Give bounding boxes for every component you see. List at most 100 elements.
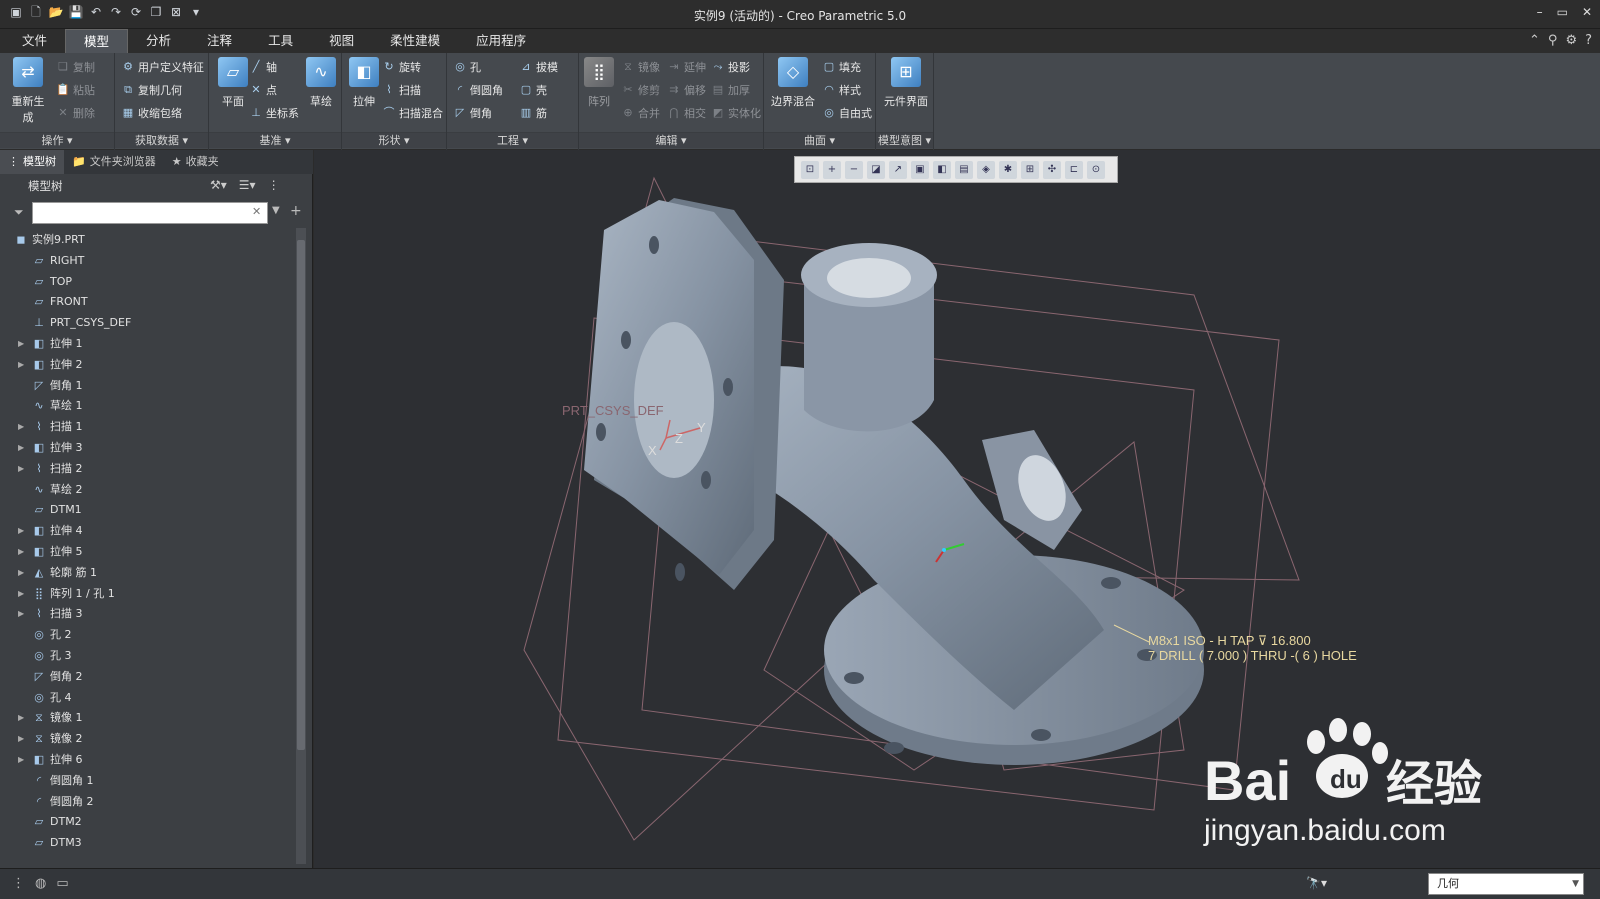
tree-item[interactable]: ▶ ◧ 拉伸 3 bbox=[8, 438, 293, 459]
tree-item[interactable]: ▶ ⌇ 扫描 3 bbox=[8, 604, 293, 625]
tree-item[interactable]: ▶ ⌇ 扫描 1 bbox=[8, 417, 293, 438]
tree-settings-icon[interactable]: ⚒▾ bbox=[210, 178, 227, 192]
tab-3[interactable]: 注释 bbox=[189, 29, 250, 53]
saved-views-icon[interactable]: ▣ bbox=[911, 161, 929, 179]
fill-button[interactable]: ▢ 填充 bbox=[822, 59, 861, 75]
group-label-edit[interactable]: 编辑 ▾ bbox=[579, 132, 763, 148]
expand-arrow-icon[interactable]: ▶ bbox=[18, 355, 24, 376]
expand-arrow-icon[interactable]: ▶ bbox=[18, 542, 24, 563]
tab-model-tree[interactable]: ⋮ 模型树 bbox=[0, 150, 64, 174]
sweep-button[interactable]: ⌇ 扫描 bbox=[382, 82, 421, 98]
tab-4[interactable]: 工具 bbox=[250, 29, 311, 53]
search-icon[interactable]: ⚲ bbox=[1548, 33, 1558, 48]
search-dropdown-icon[interactable]: ▼ bbox=[272, 205, 280, 216]
tab-folder-browser[interactable]: 📁 文件夹浏览器 bbox=[64, 150, 164, 174]
expand-arrow-icon[interactable]: ▶ bbox=[18, 417, 24, 438]
tree-item[interactable]: ▶ ⧖ 镜像 2 bbox=[8, 729, 293, 750]
merge-button[interactable]: ⊕ 合并 bbox=[621, 105, 660, 121]
chamfer-button[interactable]: ◸ 倒角 bbox=[453, 105, 492, 121]
tree-item[interactable]: ◜ 倒圆角 1 bbox=[8, 771, 293, 792]
tree-item[interactable]: ▱ DTM2 bbox=[8, 812, 293, 833]
help-icon[interactable]: ? bbox=[1585, 33, 1592, 48]
zoom-out-icon[interactable]: − bbox=[845, 161, 863, 179]
tree-item[interactable]: ⊥ PRT_CSYS_DEF bbox=[8, 313, 293, 334]
plane-button[interactable]: ▱ 平面 bbox=[213, 57, 253, 109]
perspective-icon[interactable]: ◈ bbox=[977, 161, 995, 179]
axis-button[interactable]: ╱ 轴 bbox=[249, 59, 277, 75]
freestyle-button[interactable]: ◎ 自由式 bbox=[822, 105, 872, 121]
tab-2[interactable]: 分析 bbox=[128, 29, 189, 53]
tree-item[interactable]: ▶ ⌇ 扫描 2 bbox=[8, 459, 293, 480]
tree-item[interactable]: ◸ 倒角 1 bbox=[8, 376, 293, 397]
expand-arrow-icon[interactable]: ▶ bbox=[18, 438, 24, 459]
regenerate-button[interactable]: ⇄ 重新生成 bbox=[8, 57, 48, 125]
pattern-button[interactable]: ⣿ 阵列 bbox=[579, 57, 619, 109]
shell-button[interactable]: ▢ 壳 bbox=[519, 82, 547, 98]
animate-icon[interactable]: ⊙ bbox=[1087, 161, 1105, 179]
solidify-button[interactable]: ◩ 实体化 bbox=[711, 105, 761, 121]
annotation-display-icon[interactable]: ⊞ bbox=[1021, 161, 1039, 179]
group-label-model-intent[interactable]: 模型意图 ▾ bbox=[876, 132, 933, 148]
mirror-button[interactable]: ⧖ 镜像 bbox=[621, 59, 660, 75]
offset-button[interactable]: ⇉ 偏移 bbox=[667, 82, 706, 98]
scroll-thumb[interactable] bbox=[297, 240, 305, 750]
maximize-icon[interactable]: ▭ bbox=[1557, 5, 1568, 19]
settings-icon[interactable]: ⚙ bbox=[1565, 33, 1577, 48]
delete-button[interactable]: ✕ 删除 bbox=[56, 105, 95, 121]
draft-button[interactable]: ⊿ 拔模 bbox=[519, 59, 558, 75]
extend-button[interactable]: ⇥ 延伸 bbox=[667, 59, 706, 75]
tree-item[interactable]: ▶ ◧ 拉伸 6 bbox=[8, 750, 293, 771]
shrinkwrap-button[interactable]: ▦ 收缩包络 bbox=[121, 105, 182, 121]
spin-center-icon[interactable]: ✣ bbox=[1043, 161, 1061, 179]
collapse-ribbon-icon[interactable]: ⌃ bbox=[1529, 33, 1540, 48]
tab-5[interactable]: 视图 bbox=[311, 29, 372, 53]
tree-item[interactable]: ▱ DTM3 bbox=[8, 833, 293, 854]
project-button[interactable]: ⤳ 投影 bbox=[711, 59, 750, 75]
group-label-engineering[interactable]: 工程 ▾ bbox=[447, 132, 578, 148]
expand-arrow-icon[interactable]: ▶ bbox=[18, 563, 24, 584]
clear-search-icon[interactable]: ✕ bbox=[252, 205, 261, 218]
refit-icon[interactable]: ⊡ bbox=[801, 161, 819, 179]
pause-icon[interactable]: ⊏ bbox=[1065, 161, 1083, 179]
extrude-button[interactable]: ◧ 拉伸 bbox=[344, 57, 384, 109]
intersect-button[interactable]: ⋂ 相交 bbox=[667, 105, 706, 121]
expand-arrow-icon[interactable]: ▶ bbox=[18, 459, 24, 480]
tree-item[interactable]: ▱ DTM1 bbox=[8, 500, 293, 521]
group-label-operation[interactable]: 操作 ▾ bbox=[0, 132, 114, 148]
tree-item[interactable]: ◎ 孔 3 bbox=[8, 646, 293, 667]
tree-item[interactable]: ▱ RIGHT bbox=[8, 251, 293, 272]
group-label-surface[interactable]: 曲面 ▾ bbox=[764, 132, 875, 148]
navigator-toggle-icon[interactable]: ⋮ bbox=[12, 876, 25, 891]
tree-item[interactable]: ▶ ◧ 拉伸 5 bbox=[8, 542, 293, 563]
tree-item[interactable]: ◸ 倒角 2 bbox=[8, 667, 293, 688]
boundary-blend-button[interactable]: ◇ 边界混合 bbox=[768, 57, 818, 109]
find-icon[interactable]: 🔭▾ bbox=[1306, 876, 1327, 890]
zoom-in-icon[interactable]: + bbox=[823, 161, 841, 179]
tree-columns-icon[interactable]: ☰▾ bbox=[239, 178, 256, 192]
tree-filter-icon[interactable]: ⋮ bbox=[268, 178, 280, 192]
reorient-icon[interactable]: ↗ bbox=[889, 161, 907, 179]
round-button[interactable]: ◜ 倒圆角 bbox=[453, 82, 503, 98]
style-button[interactable]: ◠ 样式 bbox=[822, 82, 861, 98]
trim-button[interactable]: ✂ 修剪 bbox=[621, 82, 660, 98]
sketch-button[interactable]: ∿ 草绘 bbox=[301, 57, 341, 109]
tab-favorites[interactable]: ★ 收藏夹 bbox=[164, 150, 227, 174]
tree-item[interactable]: ◎ 孔 4 bbox=[8, 688, 293, 709]
add-icon[interactable]: + bbox=[290, 203, 302, 219]
tree-item[interactable]: ▶ ⣿ 阵列 1 / 孔 1 bbox=[8, 584, 293, 605]
selection-filter-select[interactable]: 几何 ▼ bbox=[1428, 873, 1584, 895]
tree-item[interactable]: ◎ 孔 2 bbox=[8, 625, 293, 646]
copy-geometry-button[interactable]: ⧉ 复制几何 bbox=[121, 82, 182, 98]
tab-7[interactable]: 应用程序 bbox=[458, 29, 544, 53]
display-style-icon[interactable]: ◧ bbox=[933, 161, 951, 179]
expand-arrow-icon[interactable]: ▶ bbox=[18, 708, 24, 729]
expand-arrow-icon[interactable]: ▶ bbox=[18, 604, 24, 625]
repaint-icon[interactable]: ◪ bbox=[867, 161, 885, 179]
expand-arrow-icon[interactable]: ▶ bbox=[18, 584, 24, 605]
thicken-button[interactable]: ▤ 加厚 bbox=[711, 82, 750, 98]
tree-item[interactable]: ▶ ◧ 拉伸 4 bbox=[8, 521, 293, 542]
point-button[interactable]: ✕ 点 bbox=[249, 82, 277, 98]
expand-arrow-icon[interactable]: ▶ bbox=[18, 521, 24, 542]
tree-item[interactable]: ∿ 草绘 2 bbox=[8, 480, 293, 501]
view-manager-icon[interactable]: ▤ bbox=[955, 161, 973, 179]
